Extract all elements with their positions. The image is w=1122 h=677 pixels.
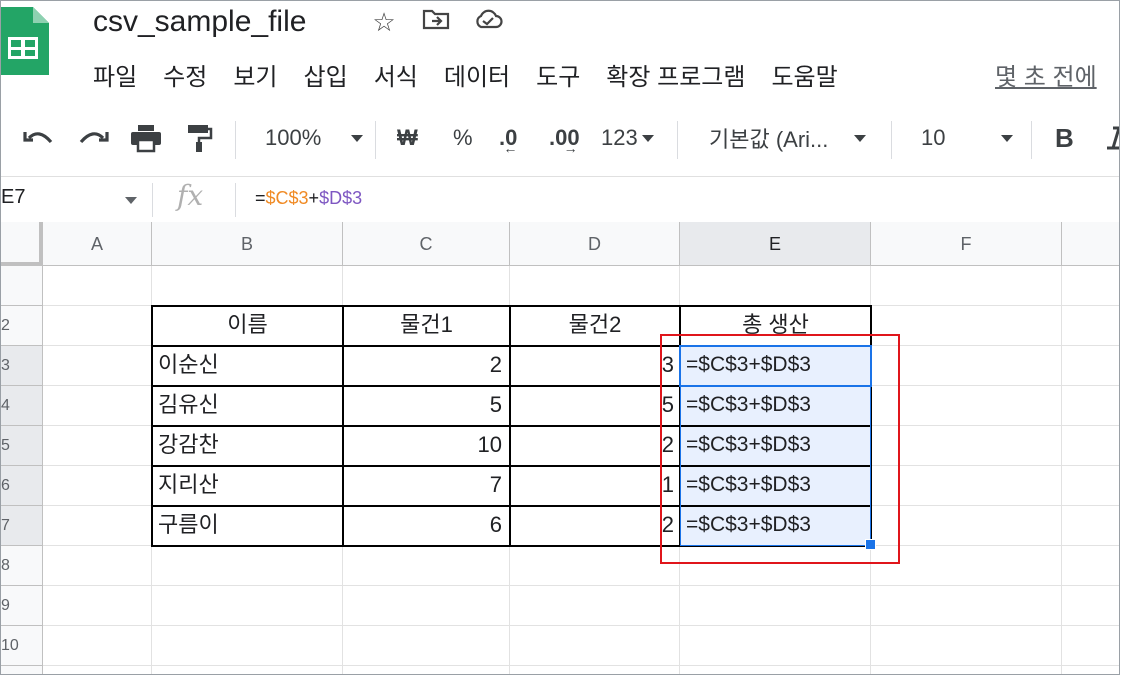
toolbar: 100% ₩ % .0 ← .00 → 123 기본값 (Ari... 10 B [1, 105, 1119, 171]
move-to-folder-icon[interactable] [421, 7, 451, 38]
cell-name[interactable]: 이순신 [152, 346, 343, 386]
menu-data[interactable]: 데이터 [444, 57, 510, 92]
spreadsheet-grid: A B C D E F 2 3 4 5 6 7 8 9 10 이름 물건1 물건… [1, 222, 1119, 674]
col-header-a[interactable]: A [43, 222, 152, 266]
row-header-8[interactable]: 8 [1, 546, 43, 586]
fill-handle[interactable] [865, 539, 876, 550]
font-size-select[interactable]: 10 [921, 105, 1014, 171]
decrease-decimal-button[interactable]: .0 ← [499, 105, 531, 171]
col-header-e[interactable]: E [680, 222, 871, 266]
print-icon[interactable] [129, 105, 163, 171]
cell-total-formula[interactable]: =$C$3+$D$3 [680, 466, 871, 506]
menu-insert[interactable]: 삽입 [304, 57, 348, 92]
file-name[interactable]: csv_sample_file [93, 5, 306, 39]
cell-item2[interactable]: 1 [510, 466, 680, 506]
cell-item1[interactable]: 2 [343, 346, 510, 386]
chevron-down-icon [641, 134, 654, 142]
currency-format-button[interactable]: ₩ [397, 105, 418, 171]
table-header-item2[interactable]: 물건2 [510, 306, 680, 346]
cloud-status-icon[interactable] [473, 7, 503, 38]
row-header-10[interactable]: 10 [1, 626, 43, 666]
col-header-d[interactable]: D [510, 222, 680, 266]
row-header-11[interactable] [1, 666, 43, 674]
cell-item2[interactable]: 2 [510, 506, 680, 546]
cell-item1[interactable]: 6 [343, 506, 510, 546]
redo-icon[interactable] [75, 105, 111, 171]
menu-help[interactable]: 도움말 [771, 57, 837, 92]
menu-format[interactable]: 서식 [374, 57, 418, 92]
cell-total-formula[interactable]: =$C$3+$D$3 [680, 346, 871, 386]
fx-icon: fx [177, 179, 204, 212]
zoom-select[interactable]: 100% [265, 105, 364, 171]
bold-button[interactable]: B [1055, 105, 1074, 171]
cell-total-formula[interactable]: =$C$3+$D$3 [680, 506, 871, 546]
select-all-corner[interactable] [1, 222, 43, 266]
cell-total-formula[interactable]: =$C$3+$D$3 [680, 386, 871, 426]
percent-format-button[interactable]: % [453, 105, 473, 171]
chevron-down-icon [1001, 134, 1014, 142]
col-header-g[interactable] [1062, 222, 1119, 266]
sheets-logo-icon[interactable] [1, 7, 49, 75]
row-header-2[interactable]: 2 [1, 306, 43, 346]
menu-bar: 파일 수정 보기 삽입 서식 데이터 도구 확장 프로그램 도움말 [93, 57, 864, 92]
cell-name[interactable]: 강감찬 [152, 426, 343, 466]
menu-extensions[interactable]: 확장 프로그램 [606, 57, 745, 92]
menu-edit[interactable]: 수정 [163, 57, 207, 92]
menu-view[interactable]: 보기 [233, 57, 277, 92]
formula-input[interactable]: =$C$3+$D$3 [255, 188, 362, 209]
arrow-right-icon: → [563, 140, 578, 156]
name-box[interactable]: E7 [1, 186, 25, 209]
table-header-item1[interactable]: 물건1 [343, 306, 510, 346]
row-header-7[interactable]: 7 [1, 506, 43, 546]
more-formats-button[interactable]: 123 [601, 105, 654, 171]
row-header-4[interactable]: 4 [1, 386, 43, 426]
cell-name[interactable]: 구름이 [152, 506, 343, 546]
star-icon[interactable]: ☆ [369, 7, 399, 38]
cell-item2[interactable]: 2 [510, 426, 680, 466]
chevron-down-icon [351, 134, 364, 142]
row-header-9[interactable]: 9 [1, 586, 43, 626]
last-edit-link[interactable]: 몇 초 전에 [995, 57, 1097, 92]
row-header-1[interactable] [1, 266, 43, 306]
menu-tools[interactable]: 도구 [536, 57, 580, 92]
increase-decimal-button[interactable]: .00 → [549, 105, 594, 171]
row-header-5[interactable]: 5 [1, 426, 43, 466]
chevron-down-icon [854, 134, 867, 142]
cell-item2[interactable]: 5 [510, 386, 680, 426]
row-header-6[interactable]: 6 [1, 466, 43, 506]
table-header-total[interactable]: 총 생산 [680, 306, 871, 346]
cell-name[interactable]: 김유신 [152, 386, 343, 426]
cell-total-formula[interactable]: =$C$3+$D$3 [680, 426, 871, 466]
cell-item2[interactable]: 3 [510, 346, 680, 386]
italic-icon[interactable] [1105, 105, 1119, 171]
col-header-b[interactable]: B [152, 222, 343, 266]
arrow-left-icon: ← [503, 140, 518, 156]
cell-item1[interactable]: 10 [343, 426, 510, 466]
menu-file[interactable]: 파일 [93, 57, 137, 92]
app-window: csv_sample_file ☆ 파일 수정 보기 삽입 서식 데이터 도구 … [0, 0, 1120, 675]
chevron-down-icon[interactable] [125, 197, 137, 204]
font-family-select[interactable]: 기본값 (Ari... [709, 105, 867, 171]
undo-icon[interactable] [21, 105, 57, 171]
paint-format-icon[interactable] [185, 105, 213, 171]
cell-item1[interactable]: 5 [343, 386, 510, 426]
table-header-name[interactable]: 이름 [152, 306, 343, 346]
zoom-value: 100% [265, 125, 322, 150]
row-header-3[interactable]: 3 [1, 346, 43, 386]
formula-bar: E7 fx =$C$3+$D$3 [1, 176, 1119, 224]
col-header-c[interactable]: C [343, 222, 510, 266]
cell-name[interactable]: 지리산 [152, 466, 343, 506]
cell-item1[interactable]: 7 [343, 466, 510, 506]
col-header-f[interactable]: F [871, 222, 1062, 266]
